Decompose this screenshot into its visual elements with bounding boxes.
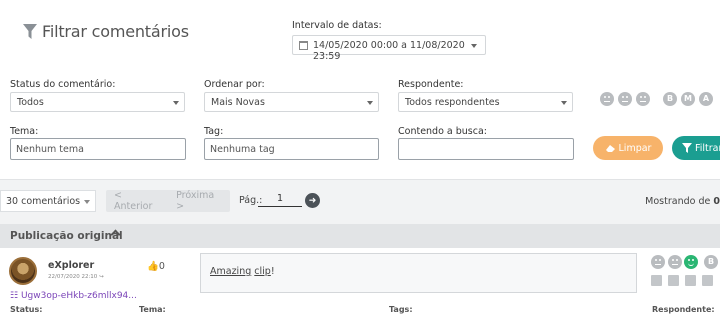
tag-label: Tag: bbox=[204, 126, 224, 137]
chevron-down-icon bbox=[173, 101, 179, 105]
archive-icon[interactable] bbox=[651, 275, 662, 286]
order-select[interactable]: Mais Novas bbox=[204, 92, 379, 112]
link-icon: ☷ bbox=[10, 291, 19, 301]
thumbs-up-icon: 👍 bbox=[147, 261, 159, 272]
filter-button-label: Filtrar bbox=[695, 142, 720, 154]
status-label: Status do comentário: bbox=[10, 79, 116, 90]
date-range-picker[interactable]: 14/05/2020 00:00 a 11/08/2020 23:59 bbox=[292, 35, 486, 62]
comment-text: Amazing clip! bbox=[200, 253, 637, 293]
status-meta-label: Status: bbox=[10, 305, 43, 314]
page-input[interactable]: 1 bbox=[258, 193, 302, 207]
date-range-value: 14/05/2020 00:00 a 11/08/2020 23:59 bbox=[313, 40, 465, 62]
theme-meta-label: Tema: bbox=[139, 305, 166, 314]
publication-header-label: Publicação original bbox=[10, 230, 123, 242]
chevron-down-icon bbox=[471, 44, 477, 48]
showing-info: Mostrando de 0 bbox=[645, 196, 720, 207]
comment-text-end: ! bbox=[270, 266, 275, 277]
type-b-icon[interactable]: B bbox=[663, 92, 677, 106]
go-arrow-icon[interactable]: ➜ bbox=[305, 193, 320, 208]
respondent-meta-label: Respondente: bbox=[652, 305, 715, 314]
eraser-icon bbox=[605, 145, 615, 152]
showing-value: 0 bbox=[713, 196, 720, 207]
pagination-bar: 30 comentários < Anterior Próxima > Pág.… bbox=[0, 190, 720, 214]
comment-id-link[interactable]: ☷ Ugw3op-eHkb-z6mllx94... bbox=[10, 291, 137, 301]
previous-button[interactable]: < Anterior bbox=[106, 190, 168, 212]
respondent-select[interactable]: Todos respondentes bbox=[398, 92, 573, 112]
filter-panel: Filtrar comentários Intervalo de datas: … bbox=[0, 0, 720, 180]
type-a-icon[interactable]: A bbox=[699, 92, 713, 106]
type-m-icon[interactable]: M bbox=[681, 92, 695, 106]
clear-button-label: Limpar bbox=[618, 142, 652, 154]
calendar-icon bbox=[299, 41, 308, 50]
status-select[interactable]: Todos bbox=[10, 92, 185, 112]
page-size-value: 30 comentários bbox=[6, 196, 81, 207]
sad-face-icon[interactable] bbox=[600, 92, 614, 106]
status-select-value: Todos bbox=[17, 97, 44, 108]
highlight-word-2[interactable]: clip bbox=[254, 266, 271, 277]
neutral-face-icon[interactable] bbox=[618, 92, 632, 106]
clear-button[interactable]: Limpar bbox=[593, 136, 663, 160]
comment-card: eXplorer 22/07/2020 22:10 ↪ ☷ Ugw3op-eHk… bbox=[0, 248, 720, 320]
showing-label: Mostrando de bbox=[645, 196, 711, 207]
publication-header[interactable]: Publicação original bbox=[0, 224, 720, 248]
comment-author[interactable]: eXplorer bbox=[48, 260, 94, 271]
page-size-select[interactable]: 30 comentários bbox=[0, 190, 96, 212]
date-range-label: Intervalo de datas: bbox=[292, 20, 382, 31]
reply-icon: ↪ bbox=[99, 274, 104, 280]
order-label: Ordenar por: bbox=[204, 79, 265, 90]
respondent-select-value: Todos respondentes bbox=[405, 97, 500, 108]
search-input[interactable] bbox=[398, 138, 574, 160]
next-button[interactable]: Próxima > bbox=[168, 190, 230, 212]
happy-face-icon[interactable] bbox=[684, 255, 698, 269]
likes-count: 👍0 bbox=[147, 261, 165, 272]
comment-time: 22/07/2020 22:10 ↪ bbox=[48, 274, 104, 280]
order-select-value: Mais Novas bbox=[211, 97, 265, 108]
filter-title: Filtrar comentários bbox=[22, 22, 189, 41]
avatar bbox=[9, 257, 37, 285]
edit-off-icon[interactable] bbox=[668, 275, 679, 286]
chevron-down-icon bbox=[367, 101, 373, 105]
filter-title-text: Filtrar comentários bbox=[42, 22, 189, 41]
page: Filtrar comentários Intervalo de datas: … bbox=[0, 0, 720, 320]
grid-icon[interactable] bbox=[685, 275, 696, 286]
page-nav: < Anterior Próxima > bbox=[106, 190, 230, 212]
chevron-down-icon bbox=[561, 101, 567, 105]
type-b-icon[interactable]: B bbox=[704, 255, 718, 269]
theme-label: Tema: bbox=[10, 126, 39, 137]
theme-input[interactable]: Nenhum tema bbox=[10, 138, 186, 160]
search-label: Contendo a busca: bbox=[398, 126, 488, 137]
tags-meta-label: Tags: bbox=[389, 305, 413, 314]
megaphone-icon[interactable] bbox=[702, 275, 713, 286]
chevron-down-icon bbox=[84, 200, 90, 204]
neutral-face-icon[interactable] bbox=[668, 255, 682, 269]
tag-input[interactable]: Nenhuma tag bbox=[204, 138, 379, 160]
highlight-word-1[interactable]: Amazing bbox=[210, 266, 251, 277]
happy-face-icon[interactable] bbox=[636, 92, 650, 106]
respondent-label: Respondente: bbox=[398, 79, 464, 90]
filter-button[interactable]: Filtrar bbox=[672, 136, 720, 160]
funnel-icon bbox=[23, 23, 37, 39]
comment-id-value: Ugw3op-eHkb-z6mllx94... bbox=[20, 291, 137, 301]
comment-time-value: 22/07/2020 22:10 bbox=[48, 274, 98, 280]
likes-value: 0 bbox=[158, 261, 165, 272]
funnel-icon bbox=[682, 143, 692, 153]
sad-face-icon[interactable] bbox=[651, 255, 665, 269]
